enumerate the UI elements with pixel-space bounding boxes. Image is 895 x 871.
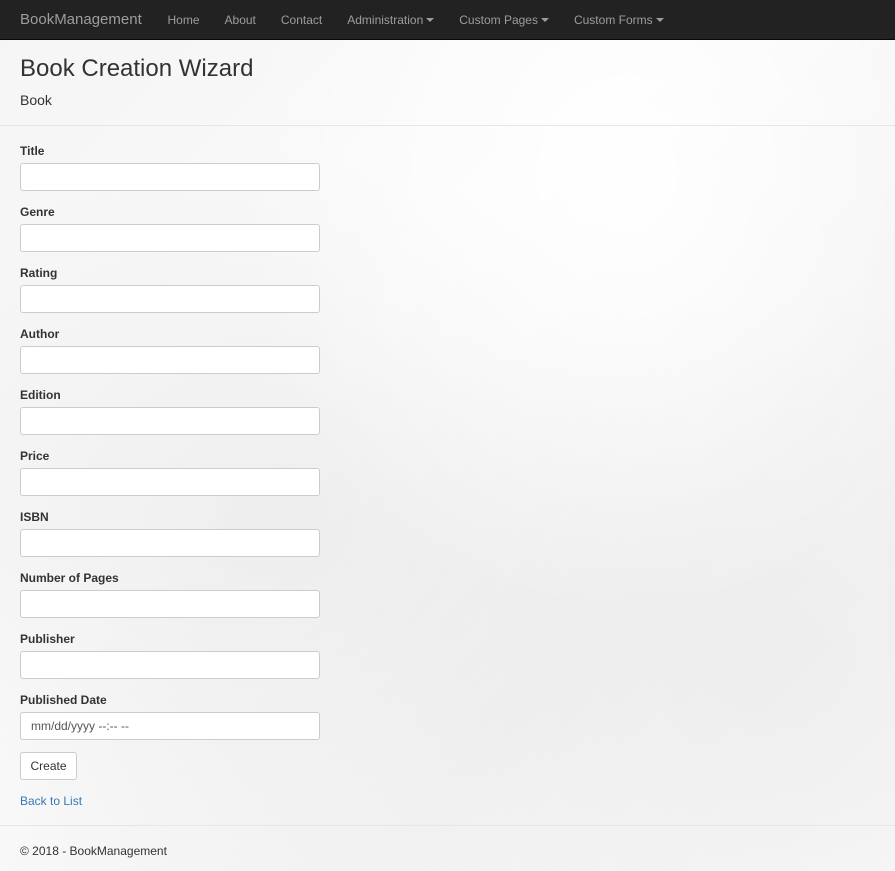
publisher-label: Publisher xyxy=(20,632,75,646)
nav-custom-pages-dropdown[interactable]: Custom Pages xyxy=(447,0,562,40)
nav-contact-label: Contact xyxy=(280,13,323,27)
published-date-label: Published Date xyxy=(20,693,107,707)
nav-custom-forms-label: Custom Forms xyxy=(573,13,653,27)
publisher-input[interactable] xyxy=(20,651,320,679)
title-label: Title xyxy=(20,144,45,158)
number-of-pages-label: Number of Pages xyxy=(20,571,119,585)
price-label: Price xyxy=(20,449,50,463)
number-of-pages-input[interactable] xyxy=(20,590,320,618)
caret-down-icon xyxy=(540,18,549,22)
create-button[interactable]: Create xyxy=(20,752,77,780)
genre-input[interactable] xyxy=(20,224,320,252)
nav-home-label: Home xyxy=(167,13,200,27)
rating-input[interactable] xyxy=(20,285,320,313)
title-input[interactable] xyxy=(20,163,320,191)
nav-links: Home About Contact Administration Custom… xyxy=(155,0,676,40)
edition-input[interactable] xyxy=(20,407,320,435)
back-to-list-link[interactable]: Back to List xyxy=(20,794,82,808)
nav-administration-label: Administration xyxy=(347,13,424,27)
author-label: Author xyxy=(20,327,60,341)
nav-contact[interactable]: Contact xyxy=(268,0,334,40)
nav-custom-pages-label: Custom Pages xyxy=(459,13,538,27)
footer-copyright: © 2018 - BookManagement xyxy=(20,844,167,858)
price-input[interactable] xyxy=(20,468,320,496)
brand-link[interactable]: BookManagement xyxy=(20,0,142,40)
navbar: BookManagement Home About Contact Admini… xyxy=(0,0,895,40)
page-subtitle: Book xyxy=(20,92,52,108)
published-date-input[interactable] xyxy=(20,712,320,740)
nav-about-label: About xyxy=(224,13,256,27)
header-divider xyxy=(0,125,895,126)
author-input[interactable] xyxy=(20,346,320,374)
isbn-label: ISBN xyxy=(20,510,49,524)
caret-down-icon xyxy=(655,18,664,22)
nav-administration-dropdown[interactable]: Administration xyxy=(335,0,447,40)
nav-about[interactable]: About xyxy=(212,0,268,40)
edition-label: Edition xyxy=(20,388,61,402)
caret-down-icon xyxy=(426,18,435,22)
nav-custom-forms-dropdown[interactable]: Custom Forms xyxy=(561,0,676,40)
page-title: Book Creation Wizard xyxy=(20,55,254,82)
rating-label: Rating xyxy=(20,266,58,280)
genre-label: Genre xyxy=(20,205,55,219)
footer-divider xyxy=(0,825,895,826)
isbn-input[interactable] xyxy=(20,529,320,557)
nav-home[interactable]: Home xyxy=(155,0,212,40)
